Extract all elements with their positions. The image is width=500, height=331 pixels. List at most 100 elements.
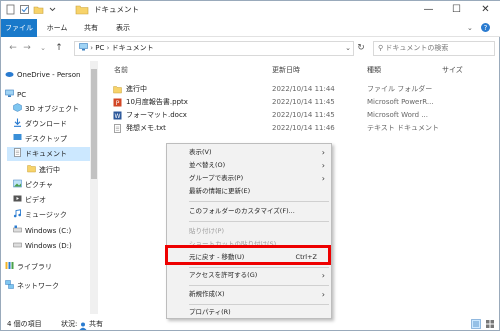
word-icon: W <box>113 111 122 120</box>
address-bar[interactable]: › PC › ドキュメント <box>74 41 354 56</box>
menu-item-new[interactable]: 新規作成(X) › <box>167 288 331 301</box>
breadcrumb-pc[interactable]: PC <box>95 44 104 52</box>
sidebar-item-downloads[interactable]: ダウンロード <box>13 117 67 131</box>
text-file-icon <box>113 124 122 133</box>
menu-item-view[interactable]: 表示(V) › <box>167 146 331 159</box>
back-button[interactable]: ← <box>7 41 19 55</box>
menu-separator <box>189 221 329 222</box>
people-icon <box>79 320 87 331</box>
item-count: 4 個の項目 <box>7 320 42 328</box>
chevron-right-icon: › <box>321 148 325 157</box>
file-icon[interactable] <box>5 4 16 15</box>
sidebar-item-drive-d[interactable]: Windows (D:) <box>13 239 72 253</box>
context-menu: 表示(V) › 並べ替え(O) › グループで表示(P) › 最新の情報に更新(E) … <box>166 143 332 319</box>
chevron-right-icon: › <box>321 161 325 170</box>
column-header-date[interactable]: 更新日時 <box>272 65 300 75</box>
minimize-button[interactable]: — <box>415 1 442 19</box>
address-row: ← → ⌄ ↑ › PC › ドキュメント ⌄ ↻ ⚲ ドキュメントの検索 <box>1 38 500 58</box>
close-button[interactable]: ✕ <box>472 1 499 19</box>
file-type: テキスト ドキュメント <box>367 124 440 132</box>
help-icon[interactable]: ? <box>480 22 491 35</box>
tab-share[interactable]: 共有 <box>77 19 105 37</box>
menu-item-group[interactable]: グループで表示(P) › <box>167 172 331 185</box>
forward-button[interactable]: → <box>21 41 33 55</box>
column-header-type[interactable]: 種類 <box>367 65 381 75</box>
menu-item-give-access[interactable]: アクセスを許可する(G) › <box>167 269 331 282</box>
details-view-icon[interactable] <box>471 319 481 331</box>
file-date: 2022/10/14 11:46 <box>272 124 335 132</box>
quick-access-toolbar <box>5 4 58 15</box>
sidebar-item-3d-objects[interactable]: 3D オブジェクト <box>13 102 79 116</box>
desktop-icon <box>13 133 22 142</box>
document-icon <box>13 148 22 157</box>
search-icon: ⚲ <box>378 44 384 52</box>
sidebar-item-in-progress[interactable]: 進行中 <box>27 163 60 177</box>
file-row[interactable]: W フォーマット.docx 2022/10/14 11:45 Microsoft… <box>101 109 500 122</box>
sidebar-item-pc[interactable]: PC <box>5 88 26 102</box>
menu-item-sort[interactable]: 並べ替え(O) › <box>167 159 331 172</box>
picture-icon <box>13 179 22 188</box>
svg-text:?: ? <box>484 24 488 32</box>
menu-item-properties[interactable]: プロパティ(R) <box>167 306 331 319</box>
highlight-box <box>165 245 331 265</box>
video-icon <box>13 194 22 203</box>
title-bar: ドキュメント — ☐ ✕ <box>1 1 500 19</box>
folder-icon <box>113 85 122 94</box>
large-icons-view-icon[interactable] <box>485 319 495 331</box>
scrollbar-thumb[interactable] <box>91 69 97 179</box>
powerpoint-icon: P <box>113 98 122 107</box>
file-row[interactable]: 発想メモ.txt 2022/10/14 11:46 テキスト ドキュメント <box>101 122 500 135</box>
file-name: 10月度報告書.pptx <box>126 98 188 106</box>
sidebar-item-libraries[interactable]: ライブラリ <box>5 260 52 274</box>
chevron-down-icon[interactable] <box>47 4 58 15</box>
menu-separator <box>189 304 329 305</box>
search-placeholder: ドキュメントの検索 <box>385 44 449 52</box>
menu-separator <box>189 201 329 202</box>
sidebar-item-onedrive[interactable]: OneDrive - Person <box>5 68 80 82</box>
maximize-button[interactable]: ☐ <box>443 1 470 19</box>
library-icon <box>5 261 14 270</box>
column-header-name[interactable]: 名前 <box>114 65 128 75</box>
expand-ribbon-icon[interactable]: ⌄ <box>467 24 473 32</box>
refresh-button[interactable]: ↻ <box>355 41 367 55</box>
menu-item-refresh[interactable]: 最新の情報に更新(E) <box>167 185 331 198</box>
explorer-window: ドキュメント — ☐ ✕ ファイル ホーム 共有 表示 ⌄ ? ← → ⌄ ↑ … <box>0 0 500 331</box>
tab-home[interactable]: ホーム <box>41 19 73 37</box>
column-header-size[interactable]: サイズ <box>442 65 463 75</box>
sidebar-item-videos[interactable]: ビデオ <box>13 193 46 207</box>
svg-text:P: P <box>116 100 120 107</box>
file-date: 2022/10/14 11:44 <box>272 85 335 93</box>
chevron-right-icon: › <box>321 271 325 280</box>
file-date: 2022/10/14 11:45 <box>272 98 335 106</box>
address-dropdown-button[interactable]: ⌄ <box>342 41 354 55</box>
navigation-scrollbar[interactable] <box>90 61 98 314</box>
new-folder-icon[interactable] <box>33 4 44 15</box>
file-type: Microsoft PowerR... <box>367 98 434 106</box>
sidebar-item-music[interactable]: ミュージック <box>13 208 67 222</box>
sidebar-item-documents[interactable]: ドキュメント <box>7 147 90 161</box>
drive-icon <box>13 240 22 249</box>
search-input[interactable]: ⚲ ドキュメントの検索 <box>373 41 495 56</box>
sidebar-item-network[interactable]: ネットワーク <box>5 279 59 293</box>
tab-file[interactable]: ファイル <box>1 19 37 37</box>
menu-item-customize[interactable]: このフォルダーのカスタマイズ(F)... <box>167 205 331 218</box>
sidebar-item-drive-c[interactable]: Windows (C:) <box>13 224 71 238</box>
navigation-pane: OneDrive - Person PC 3D オブジェクト ダウンロード デス… <box>1 59 98 316</box>
up-button[interactable]: ↑ <box>53 41 65 55</box>
sidebar-item-pictures[interactable]: ピクチャ <box>13 178 53 192</box>
breadcrumb-documents[interactable]: ドキュメント <box>112 44 154 52</box>
file-name: 進行中 <box>126 85 147 93</box>
window-title: ドキュメント <box>94 5 139 14</box>
file-row[interactable]: P 10月度報告書.pptx 2022/10/14 11:45 Microsof… <box>101 96 500 109</box>
network-icon <box>5 280 14 289</box>
status-label: 状況: <box>61 320 78 328</box>
sidebar-item-desktop[interactable]: デスクトップ <box>13 132 67 146</box>
menu-item-paste[interactable]: 貼り付け(P) <box>167 225 331 238</box>
recent-locations-button[interactable]: ⌄ <box>37 41 49 55</box>
file-type: ファイル フォルダー <box>367 85 433 93</box>
file-row[interactable]: 進行中 2022/10/14 11:44 ファイル フォルダー <box>101 83 500 96</box>
tab-view[interactable]: 表示 <box>109 19 137 37</box>
properties-icon[interactable] <box>19 4 30 15</box>
ribbon: ファイル ホーム 共有 表示 ⌄ ? <box>1 19 500 37</box>
cloud-icon <box>5 69 14 78</box>
